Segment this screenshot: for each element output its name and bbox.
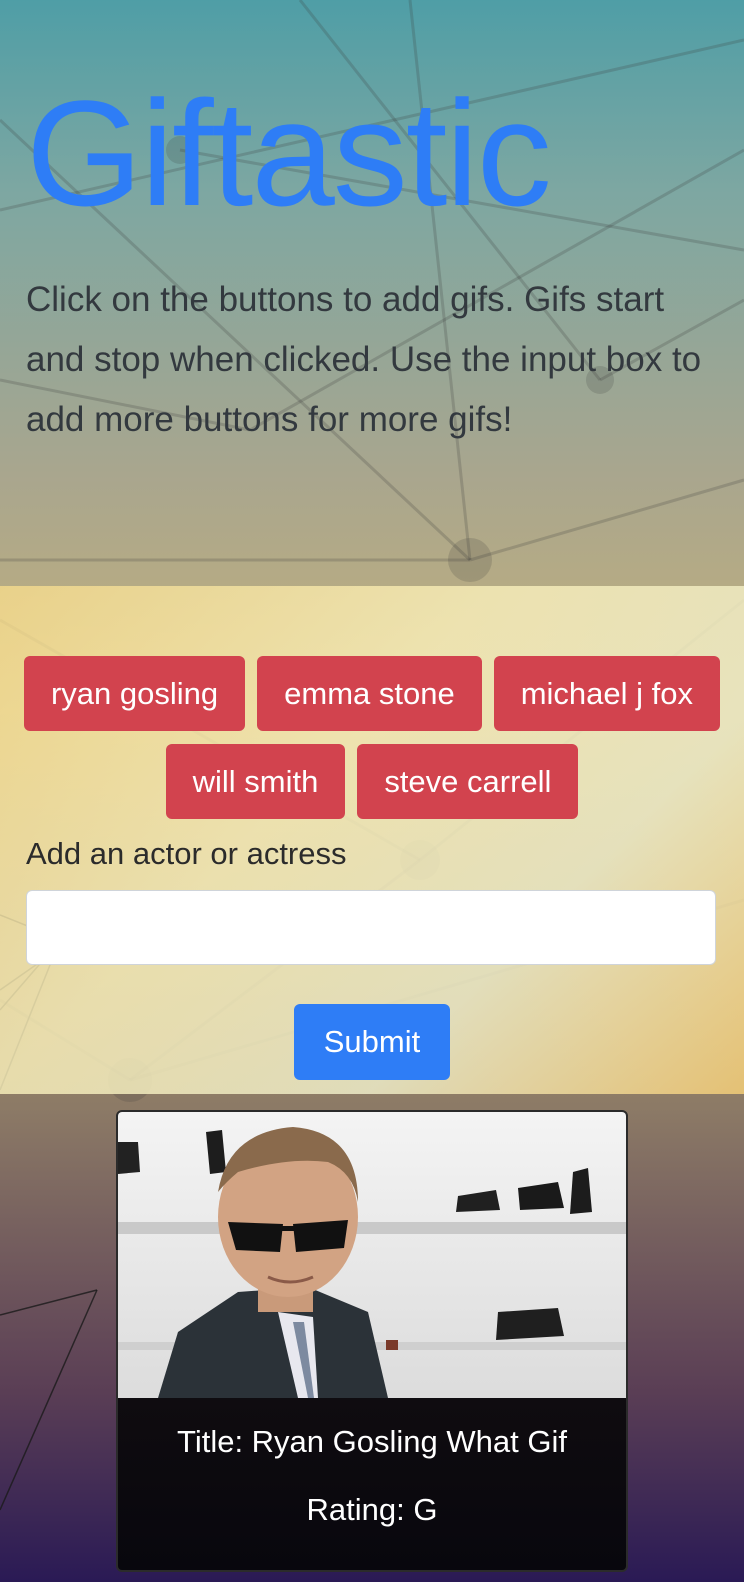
actor-buttons-row-2: will smith steve carrell [0,744,744,819]
actor-button-michael-j-fox[interactable]: michael j fox [493,656,721,731]
actor-button-ryan-gosling[interactable]: ryan gosling [23,656,246,731]
gif-title: Title: Ryan Gosling What Gif [177,1424,567,1459]
actor-input[interactable] [26,890,716,965]
actor-button-will-smith[interactable]: will smith [165,744,346,819]
controls-panel: ryan gosling emma stone michael j fox wi… [0,586,744,1094]
header-jumbotron: Giftastic Click on the buttons to add gi… [0,0,744,586]
actor-buttons-row-1: ryan gosling emma stone michael j fox [0,656,744,731]
gif-image[interactable] [118,1112,626,1398]
page-description: Click on the buttons to add gifs. Gifs s… [26,280,702,439]
actor-input-label: Add an actor or actress [26,836,347,871]
page-title: Giftastic [26,69,552,237]
gif-card: Title: Ryan Gosling What Gif Rating: G [116,1110,628,1572]
actor-button-steve-carrell[interactable]: steve carrell [357,744,579,819]
actor-button-emma-stone[interactable]: emma stone [257,656,482,731]
submit-button[interactable]: Submit [294,1004,450,1080]
gif-rating: Rating: G [306,1492,438,1527]
